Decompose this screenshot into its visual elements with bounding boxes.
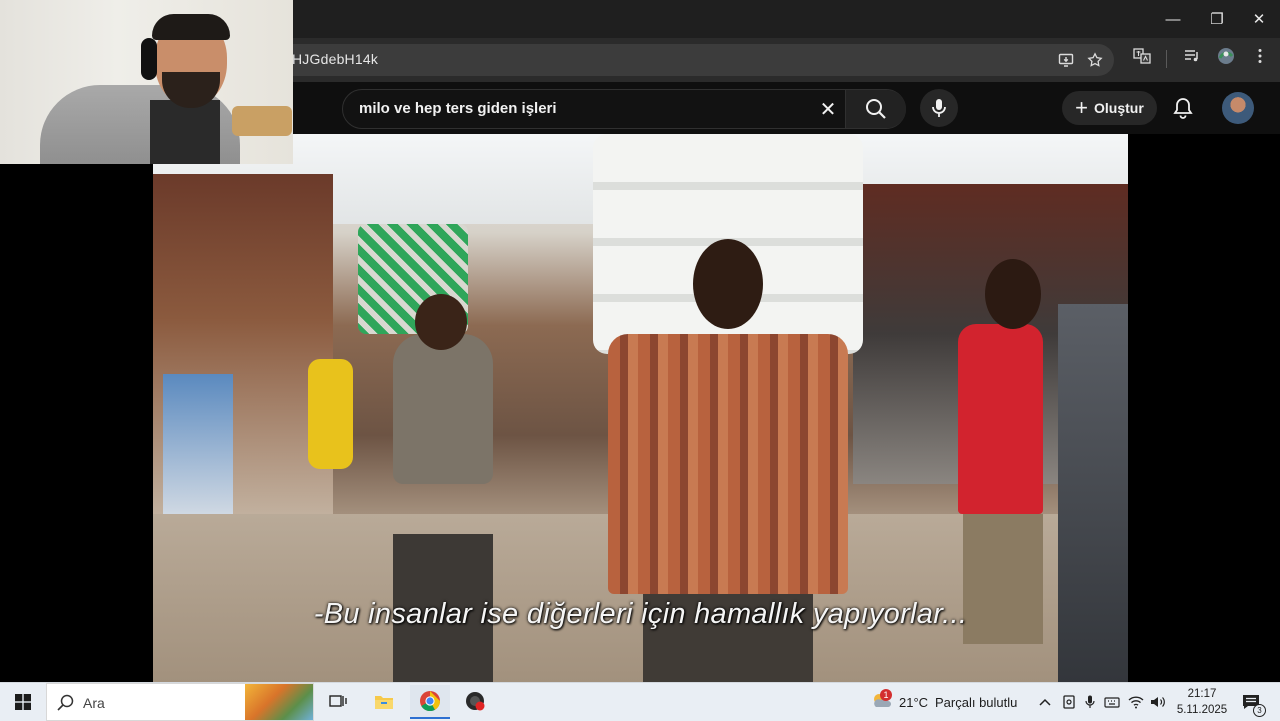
weather-temperature[interactable]: 21°C bbox=[899, 695, 928, 710]
headphones-icon bbox=[141, 38, 157, 80]
media-controls-icon[interactable] bbox=[1180, 44, 1204, 68]
task-view-button[interactable] bbox=[318, 685, 358, 719]
minimize-button[interactable]: — bbox=[1151, 0, 1195, 38]
clock-date: 5.11.2025 bbox=[1176, 704, 1228, 716]
weather-alert-badge: 1 bbox=[880, 689, 892, 701]
video-man-plaid bbox=[608, 334, 848, 594]
volume-icon[interactable] bbox=[1149, 694, 1167, 710]
webcam-background-object bbox=[232, 106, 292, 136]
search-icon bbox=[866, 99, 886, 119]
recording-app-button[interactable] bbox=[456, 685, 496, 719]
clock-time: 21:17 bbox=[1187, 688, 1217, 700]
video-boy bbox=[393, 334, 493, 484]
bookmark-star-icon[interactable] bbox=[1085, 50, 1105, 70]
windows-taskbar: Ara 1 21°C Parçalı bulutlu 21:17 5.11.20… bbox=[0, 682, 1280, 721]
search-icon bbox=[57, 694, 74, 716]
webcam-person-shirt bbox=[150, 100, 220, 164]
chrome-icon bbox=[420, 691, 441, 712]
folder-icon bbox=[375, 696, 393, 709]
clear-search-button[interactable]: ✕ bbox=[813, 94, 843, 124]
video-man-red-head bbox=[985, 259, 1041, 329]
weather-condition[interactable]: Parçalı bulutlu bbox=[935, 695, 1017, 710]
notification-count-badge: 3 bbox=[1253, 704, 1266, 717]
device-icon[interactable] bbox=[1060, 694, 1078, 710]
create-button[interactable]: + Oluştur bbox=[1062, 91, 1157, 125]
voice-search-button[interactable] bbox=[920, 89, 958, 127]
user-avatar[interactable] bbox=[1222, 92, 1254, 124]
record-app-icon bbox=[466, 692, 485, 711]
video-player[interactable]: -Bu insanlar ise diğerleri için hamallık… bbox=[153, 134, 1128, 682]
bell-icon bbox=[1173, 98, 1193, 119]
taskbar-clock[interactable]: 21:17 5.11.2025 bbox=[1172, 686, 1232, 718]
restore-button[interactable]: ❐ bbox=[1195, 0, 1239, 38]
search-input[interactable]: milo ve hep ters giden işleri bbox=[359, 100, 557, 117]
translate-icon[interactable] bbox=[1130, 44, 1154, 68]
video-man-red bbox=[958, 324, 1043, 514]
taskbar-search-box[interactable]: Ara bbox=[46, 683, 314, 721]
webcam-person-hair bbox=[152, 14, 230, 40]
search-button[interactable] bbox=[845, 90, 906, 128]
task-view-icon bbox=[329, 695, 347, 707]
file-explorer-button[interactable] bbox=[364, 685, 404, 719]
toolbar-separator bbox=[1166, 50, 1167, 68]
webcam-overlay bbox=[0, 0, 293, 164]
menu-kebab-icon[interactable] bbox=[1248, 44, 1272, 68]
video-subtitle: -Bu insanlar ise diğerleri için hamallık… bbox=[313, 598, 968, 630]
url-text: HJGdebH14k bbox=[292, 51, 379, 67]
search-box[interactable]: milo ve hep ters giden işleri ✕ bbox=[342, 89, 906, 129]
video-water-bottles bbox=[163, 374, 233, 534]
video-woman-yellow bbox=[308, 359, 353, 469]
video-boy-head bbox=[415, 294, 467, 350]
microphone-tray-icon[interactable] bbox=[1081, 694, 1099, 710]
microphone-icon bbox=[932, 99, 946, 117]
address-bar[interactable]: HJGdebH14k bbox=[250, 44, 1114, 76]
profile-icon[interactable] bbox=[1214, 44, 1238, 68]
close-window-button[interactable]: ✕ bbox=[1237, 0, 1280, 38]
start-button[interactable] bbox=[0, 683, 46, 721]
chevron-up-icon[interactable] bbox=[1036, 694, 1054, 710]
create-label: Oluştur bbox=[1094, 100, 1144, 116]
notifications-button[interactable] bbox=[1168, 93, 1198, 123]
windows-logo-icon bbox=[15, 694, 31, 710]
language-icon[interactable] bbox=[1103, 694, 1121, 710]
plus-icon: + bbox=[1075, 95, 1089, 120]
chrome-taskbar-button[interactable] bbox=[410, 685, 450, 719]
search-highlight-image bbox=[245, 684, 313, 720]
wifi-icon[interactable] bbox=[1127, 694, 1145, 710]
taskbar-search-placeholder: Ara bbox=[83, 695, 105, 711]
install-app-icon[interactable] bbox=[1056, 50, 1076, 70]
video-man-head bbox=[693, 239, 763, 329]
